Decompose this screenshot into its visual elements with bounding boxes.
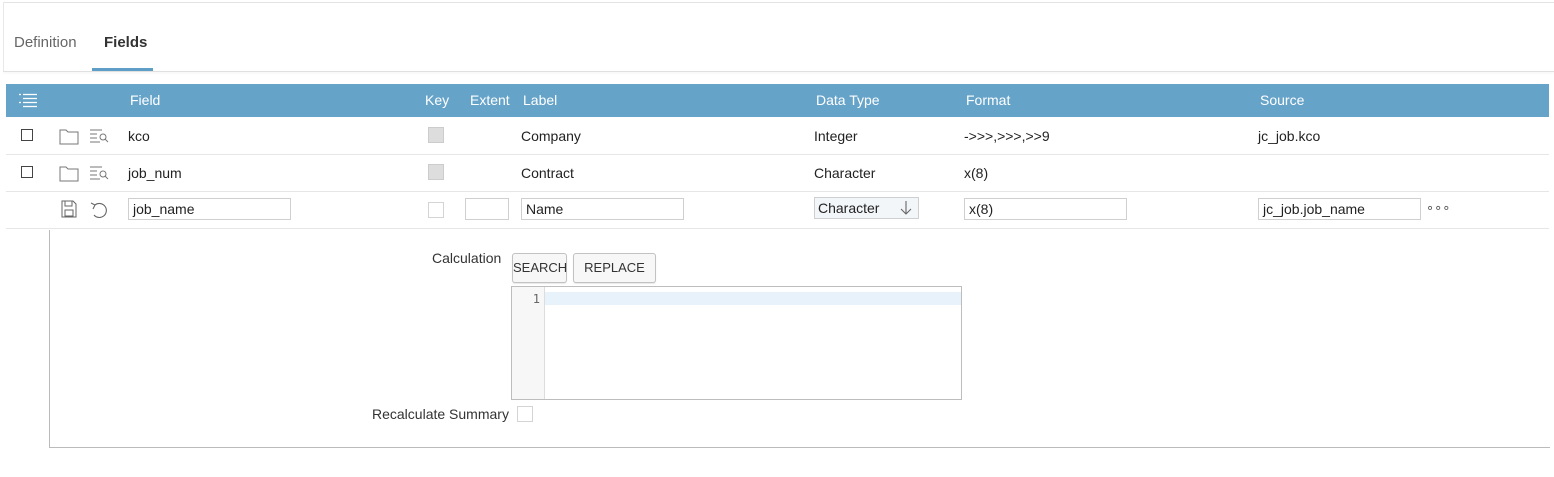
header-extent[interactable]: Extent [470, 92, 510, 108]
header-label[interactable]: Label [523, 92, 557, 108]
label-input[interactable]: Name [521, 198, 684, 220]
active-line[interactable] [545, 292, 961, 305]
undo-icon[interactable] [89, 200, 111, 223]
calculation-label: Calculation [432, 250, 502, 266]
source-input[interactable]: jc_job.job_name [1258, 198, 1421, 220]
folder-icon[interactable] [59, 164, 79, 185]
table-header: Field Key Extent Label Data Type Format … [6, 84, 1549, 117]
field-name: kco [128, 128, 150, 144]
row-checkbox[interactable] [21, 166, 33, 178]
arrow-down-icon [899, 200, 913, 221]
list-search-icon[interactable] [89, 128, 109, 147]
more-options-icon[interactable]: ∘∘∘ [1426, 200, 1450, 216]
header-format[interactable]: Format [966, 92, 1010, 108]
tab-bar: Definition Fields [0, 0, 1554, 72]
field-source: jc_job.kco [1258, 128, 1321, 144]
key-checkbox[interactable] [428, 202, 444, 218]
key-checkbox[interactable] [428, 127, 444, 143]
extent-input[interactable] [465, 198, 509, 220]
field-name-input[interactable]: job_name [128, 198, 291, 220]
search-button[interactable]: SEARCH [512, 253, 567, 283]
recalculate-summary-checkbox[interactable] [517, 406, 533, 422]
field-data-type: Integer [814, 128, 858, 144]
field-label: Contract [521, 165, 574, 181]
field-name: job_num [128, 165, 182, 181]
list-menu-icon[interactable] [18, 92, 38, 111]
field-format: x(8) [964, 165, 989, 181]
table-row[interactable]: kco Company Integer ->>>,>>>,>>9 jc_job.… [6, 118, 1549, 155]
data-type-value: Character [818, 200, 880, 216]
field-data-type: Character [814, 165, 876, 181]
tab-fields[interactable]: Fields [104, 34, 147, 51]
table-row[interactable]: job_num Contract Character x(8) [6, 155, 1549, 192]
line-number: 1 [532, 292, 540, 306]
key-checkbox[interactable] [428, 164, 444, 180]
replace-all-button[interactable]: REPLACE ALL [573, 253, 656, 303]
field-label: Company [521, 128, 581, 144]
tabs-divider [3, 71, 1554, 72]
folder-icon[interactable] [59, 127, 79, 148]
field-format: ->>>,>>>,>>9 [964, 128, 1050, 144]
row-checkbox[interactable] [21, 129, 33, 141]
list-search-icon[interactable] [89, 165, 109, 184]
tab-definition[interactable]: Definition [14, 34, 77, 51]
save-icon[interactable] [61, 200, 77, 221]
data-type-select[interactable]: Character [814, 197, 919, 219]
header-data-type[interactable]: Data Type [816, 92, 880, 108]
editor-gutter: 1 [512, 287, 545, 399]
header-field[interactable]: Field [130, 92, 160, 108]
calculation-editor[interactable]: 1 [511, 286, 962, 400]
recalculate-summary-label: Recalculate Summary [372, 406, 509, 422]
edit-row: job_name Name Character x(8) jc_job.job_… [6, 192, 1549, 229]
header-key[interactable]: Key [425, 92, 449, 108]
format-input[interactable]: x(8) [964, 198, 1127, 220]
header-source[interactable]: Source [1260, 92, 1304, 108]
